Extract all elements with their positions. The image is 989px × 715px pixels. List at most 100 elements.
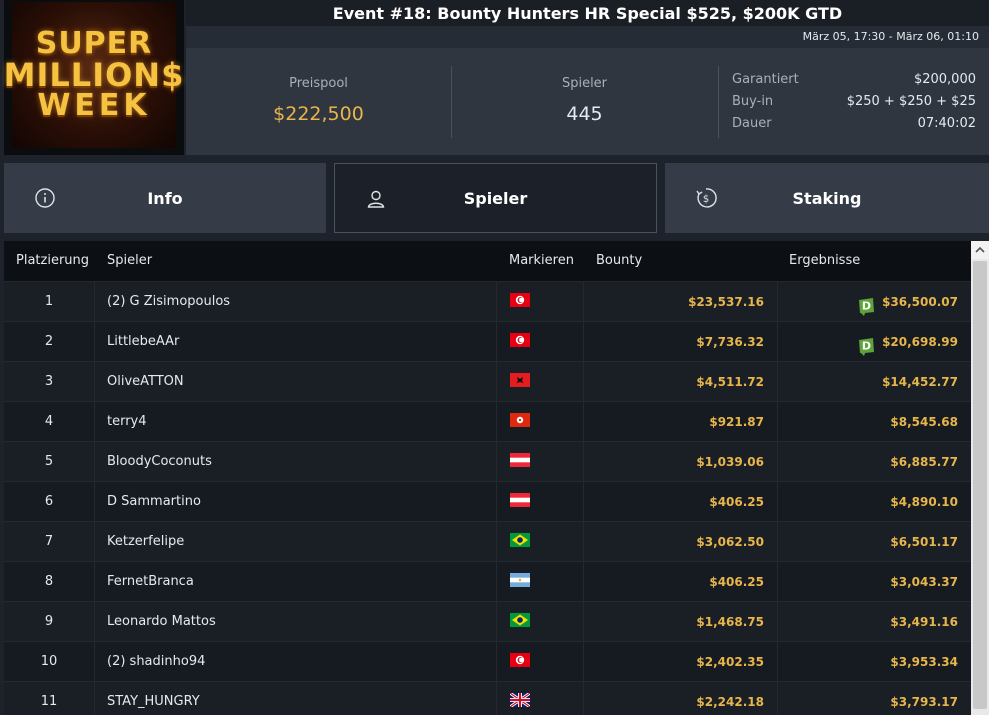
divider [94,362,95,402]
tab-staking[interactable]: $ Staking [665,163,989,233]
divider [496,562,497,602]
row-player-name[interactable]: BloodyCoconuts [107,442,212,482]
stats-panel: Preispool $222,500 Spieler 445 Garantier… [186,48,989,155]
tournament-results-view: SUPER MILLION$ WEEK Event #18: Bounty Hu… [0,0,989,715]
divider [94,522,95,562]
divider [496,442,497,482]
row-result-value: $8,545.68 [890,415,958,429]
table-row[interactable]: 11 STAY_HUNGRY $2,242.18 $3,793.17 [4,681,971,715]
column-header-flag[interactable]: Markieren [509,241,574,281]
row-bounty: $1,468.75 [696,615,764,629]
divider [496,522,497,562]
table-row[interactable]: 3 OliveATTON $4,511.72 $14,452.77 [4,361,971,402]
row-player-name[interactable]: STAY_HUNGRY [107,682,200,715]
row-player-name[interactable]: OliveATTON [107,362,184,402]
title-bar: Event #18: Bounty Hunters HR Special $52… [186,0,989,26]
table-row[interactable]: 10 (2) shadinho94 $2,402.35 $3,953.34 [4,641,971,682]
players-label: Spieler [561,76,608,91]
players-value: 445 [566,103,603,125]
row-result: $3,491.16 [778,602,958,642]
tab-players[interactable]: Spieler [334,163,657,233]
austria-flag-icon [510,493,530,507]
tab-staking-label: Staking [792,188,862,208]
row-result-value: $6,885.77 [890,455,958,469]
table-row[interactable]: 8 FernetBranca $406.25 $3,043.37 [4,561,971,602]
divider [94,642,95,682]
column-header-results[interactable]: Ergebnisse [789,241,860,281]
row-place: 5 [44,454,54,469]
row-player-name[interactable]: D Sammartino [107,482,201,522]
tunisia-flag-icon [510,653,530,667]
divider [94,402,95,442]
scrollbar-thumb[interactable] [973,261,987,709]
row-result-value: $20,698.99 [882,335,958,349]
table-row[interactable]: 7 Ketzerfelipe $3,062.50 $6,501.17 [4,521,971,562]
column-header-place[interactable]: Platzierung [16,241,89,281]
albania-flag-icon [510,373,530,387]
table-scrollbar[interactable] [971,241,989,715]
results-table: Platzierung Spieler Markieren Bounty Erg… [4,241,971,715]
row-place: 6 [44,494,54,509]
svg-text:D: D [862,339,871,352]
row-bounty: $2,402.35 [696,655,764,669]
table-row[interactable]: 4 terry4 $921.87 $8,545.68 [4,401,971,442]
austria-flag-icon [510,453,530,467]
row-result-value: $3,953.34 [890,655,958,669]
column-header-bounty[interactable]: Bounty [596,241,642,281]
table-row[interactable]: 9 Leonardo Mattos $1,468.75 $3,491.16 [4,601,971,642]
row-place: 8 [44,574,54,589]
united-kingdom-flag-icon [510,693,530,707]
row-player-name[interactable]: (2) G Zisimopoulos [107,282,230,322]
divider [496,602,497,642]
divider [496,402,497,442]
column-header-player[interactable]: Spieler [107,241,152,281]
buyin-row: Buy-in $250 + $250 + $25 [732,92,976,112]
event-date-range: März 05, 17:30 - März 06, 01:10 [186,26,989,48]
row-player-name[interactable]: Leonardo Mattos [107,602,216,642]
divider [496,682,497,715]
tunisia-flag-icon [510,293,530,307]
prizepool-label: Preispool [289,76,348,91]
tab-info[interactable]: Info [4,163,326,233]
prizepool-value: $222,500 [273,103,364,125]
row-bounty: $406.25 [709,575,764,589]
table-row[interactable]: 6 D Sammartino $406.25 $4,890.10 [4,481,971,522]
svg-text:D: D [862,299,871,312]
row-result: $4,890.10 [778,482,958,522]
tab-info-label: Info [147,188,183,208]
deal-badge-icon: D [856,293,876,316]
divider [451,66,452,138]
hong-kong-flag-icon [510,413,530,427]
table-row[interactable]: 5 BloodyCoconuts $1,039.06 $6,885.77 [4,441,971,482]
dollar-coin-icon: $ [696,188,717,208]
row-bounty: $921.87 [709,415,764,429]
divider [94,602,95,642]
row-place: 11 [40,694,58,709]
row-player-name[interactable]: terry4 [107,402,147,442]
tab-players-label: Spieler [463,188,528,208]
buyin-label: Buy-in [732,94,774,109]
scroll-up-button[interactable] [971,241,989,259]
row-player-name[interactable]: Ketzerfelipe [107,522,184,562]
row-result-value: $4,890.10 [890,495,958,509]
divider [94,562,95,602]
divider [94,282,95,322]
event-logo: SUPER MILLION$ WEEK [4,0,184,155]
row-player-name[interactable]: LittlebeAAr [107,322,179,362]
row-bounty: $7,736.32 [696,335,764,349]
row-player-name[interactable]: FernetBranca [107,562,194,602]
table-header: Platzierung Spieler Markieren Bounty Erg… [4,241,971,281]
table-row[interactable]: 2 LittlebeAAr $7,736.32 D $20,698.99 [4,321,971,362]
duration-value: 07:40:02 [917,116,976,131]
row-place: 7 [44,534,54,549]
brazil-flag-icon [510,533,530,547]
row-result: $8,545.68 [778,402,958,442]
row-player-name[interactable]: (2) shadinho94 [107,642,205,682]
chevron-up-icon [975,246,985,253]
row-bounty: $1,039.06 [696,455,764,469]
svg-text:$: $ [703,194,709,205]
table-row[interactable]: 1 (2) G Zisimopoulos $23,537.16 D $36,500.07 [4,281,971,322]
divider [94,682,95,715]
duration-label: Dauer [732,116,772,131]
deal-badge-icon: D [856,333,876,356]
